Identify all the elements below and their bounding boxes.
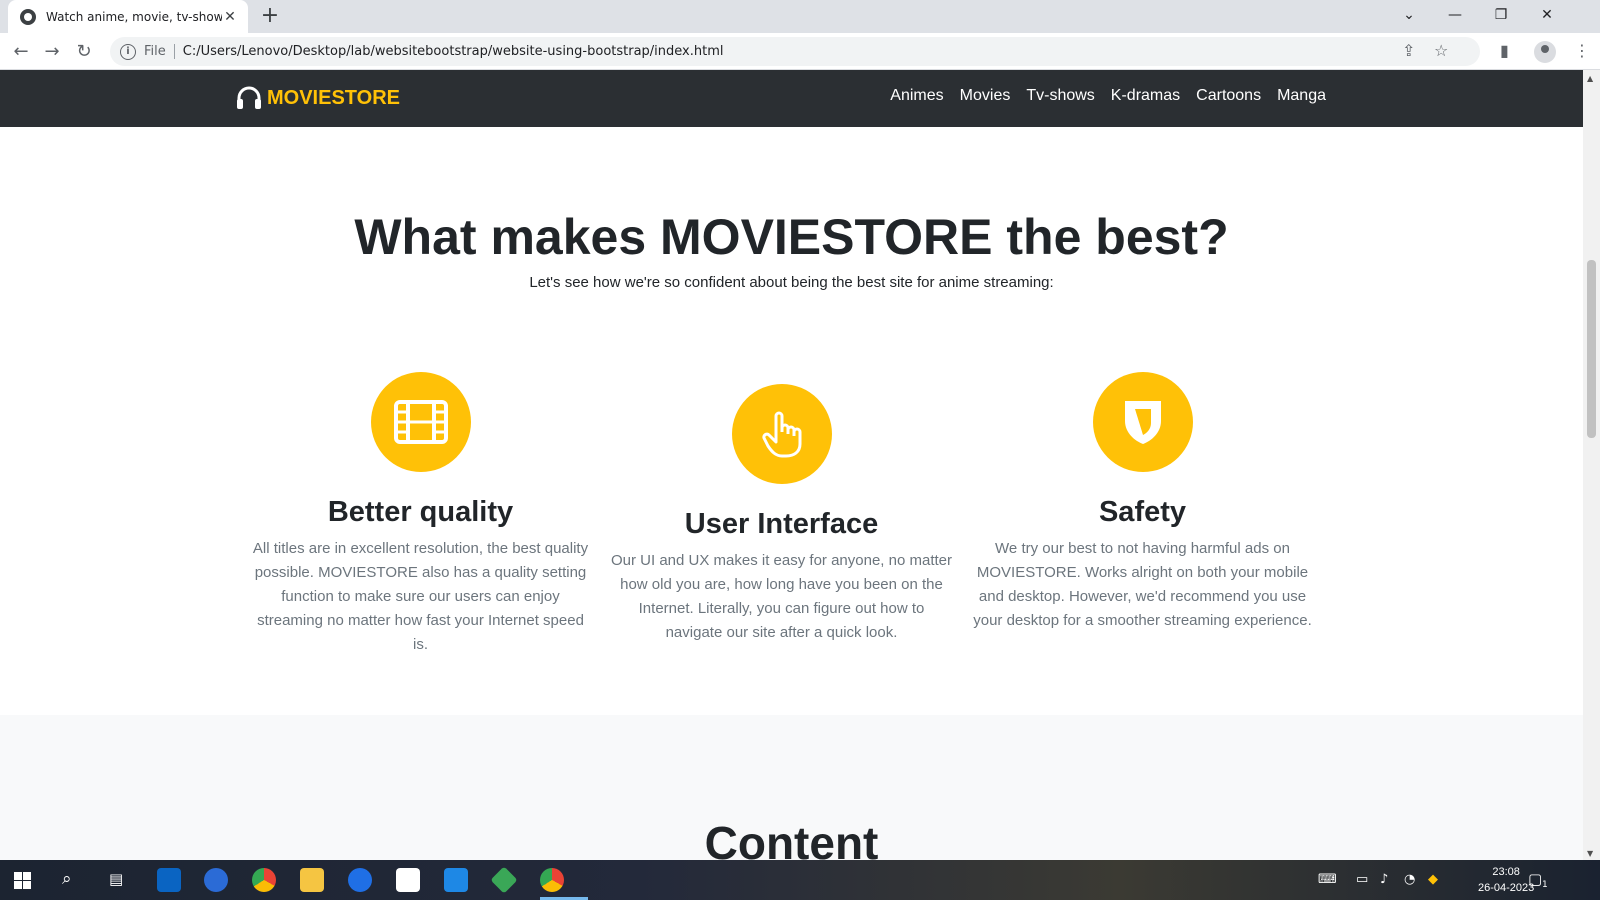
nav-link-tv-shows[interactable]: Tv-shows (1026, 87, 1094, 105)
bing-icon[interactable] (204, 868, 228, 892)
menu-kebab-icon[interactable]: ⋮ (1574, 41, 1590, 60)
feature-safety: Safety We try our best to not having har… (970, 372, 1315, 633)
keyboard-icon[interactable]: ⌨ (1318, 872, 1337, 887)
nav-link-movies[interactable]: Movies (960, 87, 1011, 105)
address-bar[interactable]: i File C:/Users/Lenovo/Desktop/lab/websi… (110, 37, 1480, 66)
feature-title: Better quality (327, 496, 514, 528)
wifi-icon[interactable]: ◔ (1404, 872, 1415, 887)
notification-icon[interactable]: ▢ (1528, 870, 1542, 888)
tab-title: Watch anime, movie, tv-shows (46, 10, 222, 24)
close-window-button[interactable]: ✕ (1524, 0, 1570, 30)
close-tab-icon[interactable]: ✕ (222, 9, 238, 25)
brand-logo[interactable]: MOVIESTORE (235, 84, 400, 112)
nav-link-k-dramas[interactable]: K-dramas (1111, 87, 1180, 105)
restore-button[interactable]: ❐ (1478, 0, 1524, 30)
section-heading: What makes MOVIESTORE the best? (354, 209, 1229, 265)
windows-taskbar: ⌕ ▤ ⌨ ▭ ♪ ◔ ◆ 23:08 26-04-2023 ▢ 1 (0, 860, 1600, 900)
clock-time: 23:08 (1492, 866, 1520, 878)
feature-text: Our UI and UX makes it easy for anyone, … (611, 552, 952, 641)
system-clock[interactable]: 23:08 26-04-2023 (1478, 864, 1534, 896)
volume-icon[interactable]: ♪ (1380, 872, 1388, 887)
site-navbar: MOVIESTORE Animes Movies Tv-shows K-dram… (0, 70, 1583, 127)
minimize-button[interactable]: — (1432, 0, 1478, 30)
info-icon[interactable]: i (120, 43, 136, 60)
security-icon[interactable]: ◆ (1428, 872, 1438, 887)
globe-icon (20, 9, 36, 25)
content-section-title: Content (704, 817, 879, 860)
brand-name: MOVIESTORE (267, 86, 400, 109)
vscode-icon[interactable] (444, 868, 468, 892)
nav-link-animes[interactable]: Animes (890, 87, 943, 105)
forward-icon[interactable]: → (38, 38, 66, 66)
feature-icon-circle (370, 372, 471, 472)
scrollbar-thumb[interactable] (1587, 260, 1596, 438)
side-panel-icon[interactable]: ▮ (1500, 41, 1509, 60)
browser-toolbar: ← → ↻ i File C:/Users/Lenovo/Desktop/lab… (0, 33, 1600, 70)
windows-start-icon[interactable] (14, 872, 31, 889)
share-icon[interactable]: ⇪ (1402, 41, 1415, 60)
new-tab-button[interactable]: + (258, 4, 282, 28)
file-explorer-icon[interactable] (300, 868, 324, 892)
task-view-icon[interactable]: ▤ (109, 870, 123, 888)
film-icon (393, 400, 448, 444)
feature-title: Safety (1098, 496, 1187, 528)
feature-icon-circle (731, 384, 832, 484)
back-icon[interactable]: ← (7, 38, 35, 66)
headphones-icon (237, 86, 261, 109)
battery-icon[interactable]: ▭ (1356, 872, 1368, 887)
feature-title: User Interface (684, 508, 879, 540)
app-a-icon[interactable] (348, 868, 372, 892)
feature-text: We try our best to not having harmful ad… (973, 540, 1312, 629)
chrome-icon[interactable] (252, 868, 276, 892)
feature-text: All titles are in excellent resolution, … (252, 540, 589, 653)
pointing-hand-icon (761, 411, 801, 458)
app-note-icon[interactable] (396, 868, 420, 892)
nav-link-cartoons[interactable]: Cartoons (1196, 87, 1261, 105)
feature-better-quality: Better quality All titles are in excelle… (248, 372, 593, 657)
feature-user-interface: User Interface Our UI and UX makes it ea… (609, 384, 954, 645)
file-label: File (144, 44, 175, 59)
mail-icon[interactable] (157, 868, 181, 892)
feature-icon-circle (1092, 372, 1193, 472)
browser-tab-strip: Watch anime, movie, tv-shows ✕ + ⌄ — ❐ ✕ (0, 0, 1600, 34)
section-subheading: Let's see how we're so confident about b… (529, 274, 1054, 291)
scroll-up-icon[interactable]: ▲ (1587, 74, 1593, 83)
shield-icon (1124, 401, 1161, 444)
search-icon[interactable]: ⌕ (62, 869, 72, 889)
url-text[interactable]: C:/Users/Lenovo/Desktop/lab/websiteboots… (183, 44, 724, 59)
chrome-active-icon[interactable] (540, 868, 564, 892)
clock-date: 26-04-2023 (1478, 882, 1535, 894)
nav-links: Animes Movies Tv-shows K-dramas Cartoons… (874, 87, 1326, 105)
profile-avatar-icon[interactable] (1534, 41, 1556, 63)
scroll-down-icon[interactable]: ▼ (1587, 849, 1593, 858)
notification-count: 1 (1542, 880, 1548, 890)
reload-icon[interactable]: ↻ (70, 38, 98, 66)
page-viewport: MOVIESTORE Animes Movies Tv-shows K-dram… (0, 70, 1583, 860)
app-diamond-icon[interactable] (490, 866, 518, 894)
tab-search-icon[interactable]: ⌄ (1386, 0, 1432, 30)
browser-tab[interactable]: Watch anime, movie, tv-shows ✕ (8, 0, 248, 34)
bookmark-star-icon[interactable]: ☆ (1434, 41, 1448, 60)
nav-link-manga[interactable]: Manga (1277, 87, 1326, 105)
page-scrollbar[interactable]: ▲ ▼ (1583, 70, 1600, 860)
